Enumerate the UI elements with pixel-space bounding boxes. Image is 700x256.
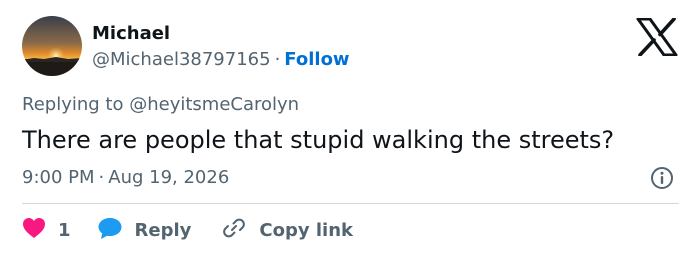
like-count: 1	[58, 219, 71, 241]
copy-link-label: Copy link	[259, 219, 353, 241]
info-icon[interactable]	[650, 166, 674, 190]
reply-context: Replying to @heyitsmeCarolyn	[22, 93, 299, 117]
copy-link-button[interactable]: Copy link	[221, 215, 353, 246]
author-name[interactable]: Michael	[92, 22, 170, 46]
link-icon	[221, 215, 247, 246]
author-handle-row: @Michael38797165 · Follow	[92, 48, 350, 72]
avatar[interactable]	[22, 16, 82, 76]
reply-label: Reply	[134, 219, 192, 241]
follow-button[interactable]: Follow	[284, 49, 349, 70]
tweet-date: Aug 19, 2026	[108, 167, 230, 188]
heart-icon	[22, 217, 46, 244]
reply-button[interactable]: Reply	[97, 216, 192, 245]
reply-mention-link[interactable]: @heyitsmeCarolyn	[129, 94, 299, 115]
reply-context-prefix: Replying to	[22, 94, 124, 115]
separator: ·	[274, 49, 281, 70]
tweet-timestamp[interactable]: 9:00 PM · Aug 19, 2026	[22, 166, 229, 190]
like-button[interactable]: 1	[22, 217, 71, 244]
separator: ·	[98, 167, 105, 188]
tweet-time: 9:00 PM	[22, 167, 95, 188]
tweet-text: There are people that stupid walking the…	[22, 126, 615, 154]
action-bar: 1 Reply Copy link	[22, 216, 353, 244]
divider	[22, 203, 679, 204]
author-handle[interactable]: @Michael38797165	[92, 49, 271, 70]
speech-bubble-icon	[97, 216, 123, 245]
x-logo-icon[interactable]	[636, 17, 678, 57]
